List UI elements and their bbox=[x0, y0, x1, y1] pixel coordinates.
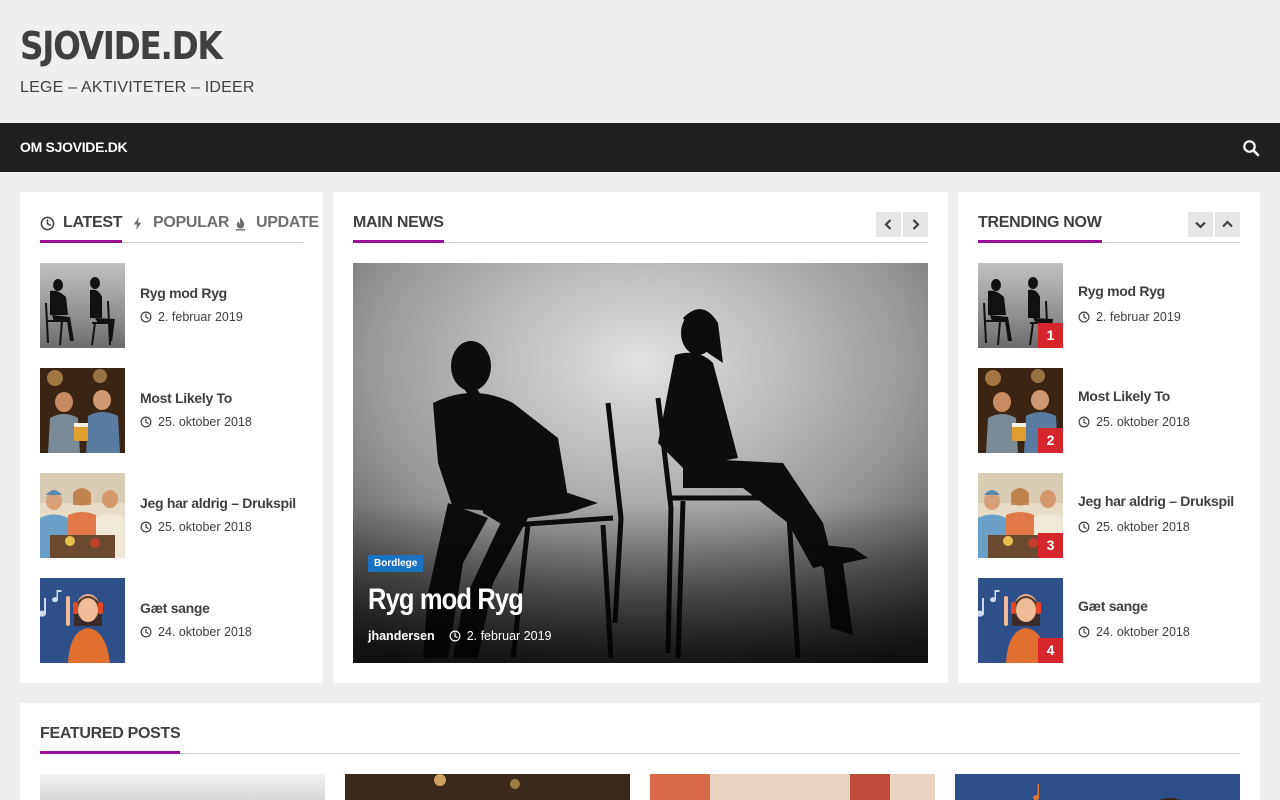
hero-slide[interactable]: Bordlege Ryg mod Ryg jhandersen 2. febru… bbox=[353, 263, 928, 663]
post-title[interactable]: Ryg mod Ryg bbox=[1078, 283, 1165, 299]
clock-icon bbox=[140, 626, 152, 638]
post-title[interactable]: Jeg har aldrig – Drukspil bbox=[1078, 493, 1234, 509]
chevron-right-icon bbox=[912, 219, 920, 230]
post-date: 2. februar 2019 bbox=[466, 629, 552, 643]
site-header: SJOVIDE.DK LEGE – AKTIVITETER – IDEER bbox=[0, 0, 1280, 123]
post-date: 25. oktober 2018 bbox=[1078, 520, 1190, 534]
chevron-down-icon bbox=[1195, 221, 1206, 229]
tab-popular[interactable]: POPULAR bbox=[130, 214, 229, 243]
site-tagline: LEGE – AKTIVITETER – IDEER bbox=[20, 79, 255, 96]
main-news-widget: MAIN NEWS Bordlege Ryg mod Ryg jhanderse… bbox=[333, 192, 948, 683]
list-item[interactable]: 1 Ryg mod Ryg 2. februar 2019 bbox=[978, 263, 1240, 348]
chevron-up-icon bbox=[1222, 220, 1233, 228]
trending-up-button[interactable] bbox=[1215, 212, 1240, 237]
list-item[interactable]: 4 Gæt sange 24. oktober 2018 bbox=[978, 578, 1240, 663]
clock-icon bbox=[1078, 416, 1090, 428]
category-badge[interactable]: Bordlege bbox=[368, 555, 424, 572]
featured-thumbnail[interactable] bbox=[955, 774, 1240, 800]
list-item[interactable]: Jeg har aldrig – Drukspil 25. oktober 20… bbox=[40, 473, 303, 558]
clock-icon bbox=[140, 311, 152, 323]
post-title[interactable]: Most Likely To bbox=[1078, 388, 1170, 404]
list-item[interactable]: 3 Jeg har aldrig – Drukspil 25. oktober … bbox=[978, 473, 1240, 558]
latest-widget: LATEST POPULAR UPDATE Ryg mod Ryg 2. feb… bbox=[20, 192, 323, 683]
post-author[interactable]: jhandersen bbox=[368, 629, 435, 643]
site-title[interactable]: SJOVIDE.DK bbox=[20, 24, 223, 68]
tabs-header: LATEST POPULAR UPDATE bbox=[40, 212, 319, 243]
trending-widget: TRENDING NOW 1 Ryg mod Ryg 2. februar 20… bbox=[958, 192, 1260, 683]
post-title[interactable]: Gæt sange bbox=[1078, 598, 1148, 614]
post-thumbnail[interactable]: 4 bbox=[978, 578, 1063, 663]
post-title[interactable]: Most Likely To bbox=[140, 390, 232, 406]
list-item[interactable]: Gæt sange 24. oktober 2018 bbox=[40, 578, 303, 663]
clock-icon bbox=[449, 630, 461, 642]
post-date: 25. oktober 2018 bbox=[1078, 415, 1190, 429]
section-title: TRENDING NOW bbox=[978, 214, 1102, 243]
list-item[interactable]: 2 Most Likely To 25. oktober 2018 bbox=[978, 368, 1240, 453]
hero-meta: jhandersen 2. februar 2019 bbox=[368, 629, 551, 643]
post-thumbnail[interactable] bbox=[40, 263, 125, 348]
nav-item-om-sjovide[interactable]: OM SJOVIDE.DK bbox=[20, 139, 128, 155]
post-date: 24. oktober 2018 bbox=[140, 625, 252, 639]
list-item[interactable]: Most Likely To 25. oktober 2018 bbox=[40, 368, 303, 453]
rank-badge: 1 bbox=[1038, 323, 1063, 348]
hero-title[interactable]: Ryg mod Ryg bbox=[368, 583, 524, 617]
clock-icon bbox=[1078, 311, 1090, 323]
rank-badge: 3 bbox=[1038, 533, 1063, 558]
section-title: MAIN NEWS bbox=[353, 214, 444, 243]
clock-icon bbox=[1078, 521, 1090, 533]
post-thumbnail[interactable]: 2 bbox=[978, 368, 1063, 453]
post-thumbnail[interactable]: 1 bbox=[978, 263, 1063, 348]
tab-latest[interactable]: LATEST bbox=[40, 214, 123, 243]
clock-icon bbox=[140, 521, 152, 533]
post-title[interactable]: Ryg mod Ryg bbox=[140, 285, 227, 301]
next-slide-button[interactable] bbox=[903, 212, 928, 237]
list-item[interactable]: Ryg mod Ryg 2. februar 2019 bbox=[40, 263, 303, 348]
clock-icon bbox=[140, 416, 152, 428]
featured-posts-widget: FEATURED POSTS bbox=[20, 703, 1260, 800]
search-icon[interactable] bbox=[1242, 139, 1260, 157]
rank-badge: 4 bbox=[1038, 638, 1063, 663]
fire-icon bbox=[233, 216, 248, 231]
post-date: 2. februar 2019 bbox=[140, 310, 243, 324]
featured-header: FEATURED POSTS bbox=[40, 723, 1240, 754]
post-title[interactable]: Jeg har aldrig – Drukspil bbox=[140, 495, 296, 511]
trending-header: TRENDING NOW bbox=[978, 212, 1240, 243]
post-thumbnail[interactable]: 3 bbox=[978, 473, 1063, 558]
main-navbar: OM SJOVIDE.DK bbox=[0, 123, 1280, 172]
section-title: FEATURED POSTS bbox=[40, 725, 181, 754]
post-date: 25. oktober 2018 bbox=[140, 415, 252, 429]
post-thumbnail[interactable] bbox=[40, 578, 125, 663]
featured-thumbnail[interactable] bbox=[40, 774, 325, 800]
trending-down-button[interactable] bbox=[1188, 212, 1213, 237]
post-date: 25. oktober 2018 bbox=[140, 520, 252, 534]
post-title[interactable]: Gæt sange bbox=[140, 600, 210, 616]
tab-update[interactable]: UPDATE bbox=[233, 214, 319, 243]
post-date: 24. oktober 2018 bbox=[1078, 625, 1190, 639]
post-thumbnail[interactable] bbox=[40, 473, 125, 558]
clock-icon bbox=[1078, 626, 1090, 638]
featured-thumbnail[interactable] bbox=[345, 774, 630, 800]
rank-badge: 2 bbox=[1038, 428, 1063, 453]
featured-thumbnail[interactable] bbox=[650, 774, 935, 800]
prev-slide-button[interactable] bbox=[876, 212, 901, 237]
main-news-header: MAIN NEWS bbox=[353, 212, 928, 243]
chevron-left-icon bbox=[884, 219, 892, 230]
clock-icon bbox=[40, 216, 55, 231]
post-thumbnail[interactable] bbox=[40, 368, 125, 453]
post-date: 2. februar 2019 bbox=[1078, 310, 1181, 324]
bolt-icon bbox=[130, 216, 145, 231]
